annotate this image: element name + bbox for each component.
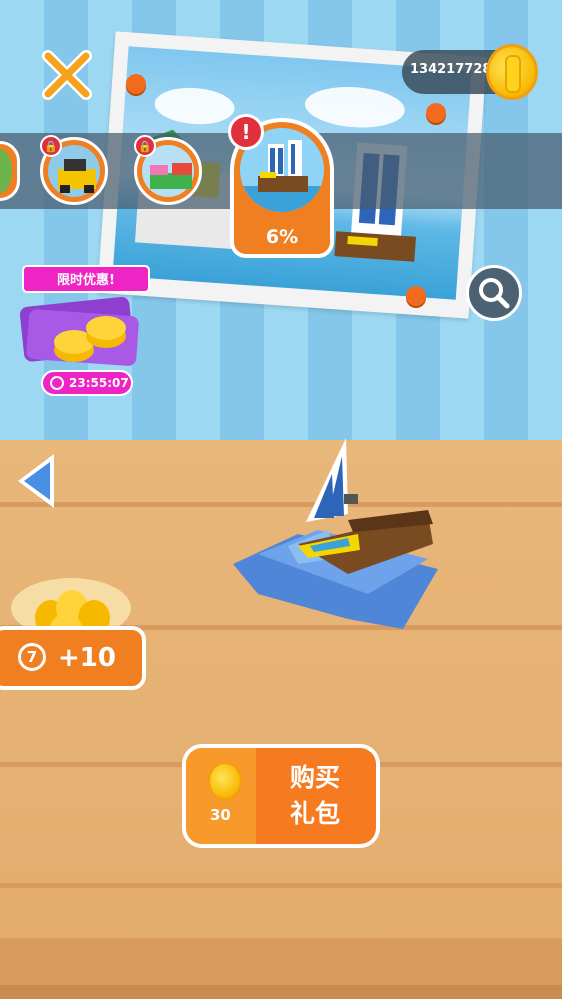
pin-icon	[426, 103, 446, 123]
gold-coin-icon	[486, 44, 538, 100]
limited-offer-label[interactable]: 限时优惠!	[22, 265, 150, 293]
free-coins-button[interactable]: 7 +10	[0, 626, 146, 690]
buy-label-line1: 购买	[289, 763, 340, 792]
bundle-price: 30	[210, 806, 231, 824]
alert-badge: !	[228, 114, 264, 150]
offer-bundle-icon[interactable]	[14, 292, 154, 372]
pin-icon	[126, 74, 146, 94]
boat-model[interactable]	[228, 434, 458, 634]
buy-bundle-button[interactable]: 30 购买 礼包	[182, 744, 380, 848]
zoom-button[interactable]	[466, 265, 522, 321]
close-button[interactable]	[40, 48, 94, 102]
close-x-icon	[42, 50, 92, 100]
chevron-left-icon	[18, 454, 54, 508]
lock-icon: 🔒	[134, 135, 156, 157]
reward-amount: +10	[58, 643, 116, 673]
previous-arrow-button[interactable]	[14, 450, 60, 512]
buy-label-line2: 礼包	[289, 799, 340, 828]
price-panel: 30	[186, 748, 256, 844]
clock-icon	[50, 376, 64, 390]
reward-timer: 7	[18, 643, 46, 671]
offer-timer: 23:55:07	[41, 370, 133, 396]
offer-timer-value: 23:55:07	[69, 376, 129, 390]
gold-coin-icon	[208, 762, 242, 800]
pin-icon	[406, 286, 426, 306]
level-progress: 6%	[265, 226, 299, 248]
buy-bundle-label: 购买 礼包	[284, 760, 346, 832]
magnifier-icon	[479, 278, 510, 309]
lock-icon: 🔒	[40, 135, 62, 157]
table-edge	[0, 985, 562, 999]
